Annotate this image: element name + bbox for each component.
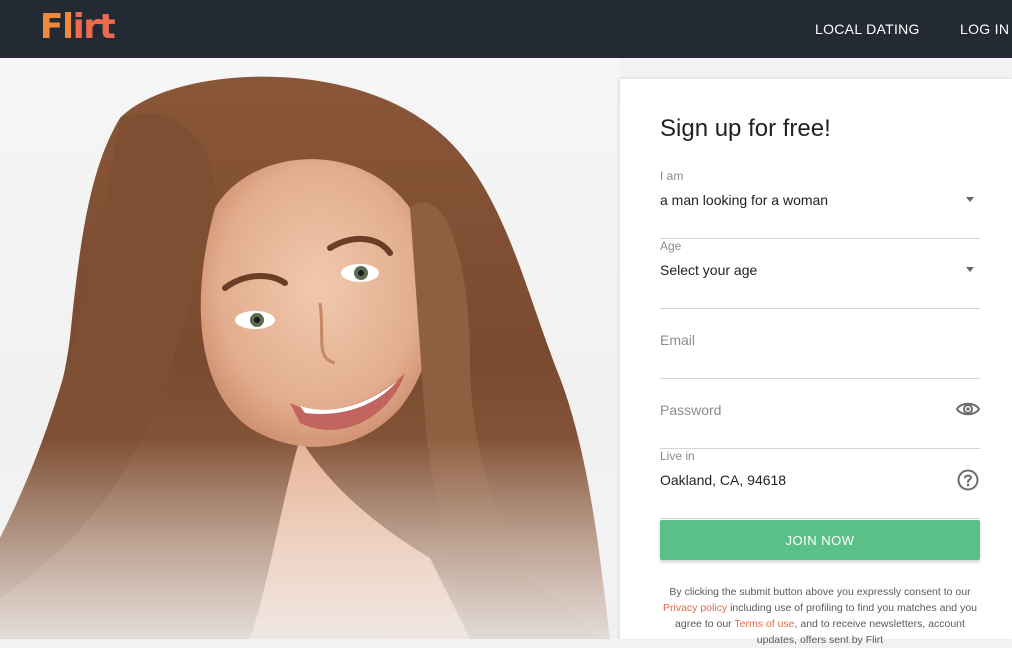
live-in-value: Oakland, CA, 94618: [660, 472, 787, 488]
age-label: Age: [660, 239, 682, 253]
eye-icon[interactable]: [956, 400, 980, 418]
chevron-down-icon: [966, 267, 974, 272]
age-select[interactable]: Age Select your age: [660, 239, 980, 309]
signup-card: Sign up for free! I am a man looking for…: [619, 78, 1012, 646]
logo-text-part-2: irt: [72, 7, 116, 47]
logo-text-part-1: Fl: [40, 7, 74, 47]
age-value: Select your age: [660, 262, 758, 278]
hero-image: [0, 58, 620, 639]
help-icon[interactable]: [957, 469, 979, 491]
top-bar: Flirt LOCAL DATING LOG IN: [0, 0, 1012, 58]
i-am-select[interactable]: I am a man looking for a woman: [660, 169, 980, 239]
hero-portrait-illustration: [0, 76, 620, 639]
password-field[interactable]: Password: [660, 379, 980, 449]
nav-login-link[interactable]: LOG IN: [960, 21, 1009, 37]
join-now-button[interactable]: JOIN NOW: [660, 520, 980, 560]
live-in-field[interactable]: Live in Oakland, CA, 94618: [660, 449, 980, 519]
email-field[interactable]: Email: [660, 309, 980, 379]
i-am-label: I am: [660, 169, 684, 183]
consent-text: By clicking the submit button above you …: [660, 584, 980, 648]
terms-of-use-link[interactable]: Terms of use: [734, 618, 794, 630]
signup-title: Sign up for free!: [660, 115, 831, 142]
nav-local-dating-link[interactable]: LOCAL DATING: [815, 21, 920, 37]
password-placeholder: Password: [660, 402, 722, 418]
flirt-logo[interactable]: Flirt: [40, 7, 116, 47]
consent-part-1: By clicking the submit button above you …: [669, 586, 971, 598]
privacy-policy-link[interactable]: Privacy policy: [663, 602, 727, 614]
chevron-down-icon: [966, 197, 974, 202]
live-in-label: Live in: [660, 449, 695, 463]
email-placeholder: Email: [660, 332, 696, 348]
i-am-value: a man looking for a woman: [660, 192, 829, 208]
